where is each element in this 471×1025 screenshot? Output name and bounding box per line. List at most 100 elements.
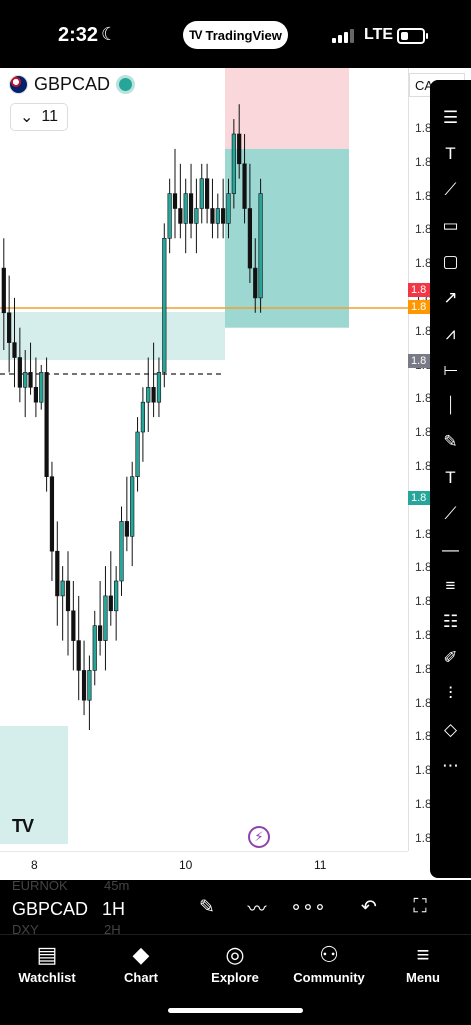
candle-body [146, 386, 151, 403]
flag-icon [9, 75, 28, 94]
candle-body [76, 640, 81, 671]
candle-body [221, 208, 226, 224]
candle-body [92, 625, 97, 671]
candle-body [162, 238, 167, 373]
tab-watchlist[interactable]: ▤ Watchlist [0, 940, 94, 985]
signal-icon [332, 29, 354, 43]
tab-community[interactable]: ⚇ Community [282, 940, 376, 985]
callout-icon[interactable]: ▭ [430, 210, 471, 242]
chevron-down-icon: ⌄ [19, 109, 34, 126]
candle-body [81, 670, 87, 701]
ghost-interval: 45m [104, 878, 130, 893]
candle-body [237, 133, 242, 165]
horizontal-lines-icon[interactable]: ☰ [430, 102, 471, 134]
candle-body [114, 580, 119, 612]
indicators-icon[interactable]: 〰 [242, 894, 272, 920]
candle-body [194, 208, 199, 224]
home-indicator [168, 1008, 303, 1013]
path-icon[interactable]: ⟋ [430, 174, 471, 206]
candle-body [71, 610, 76, 641]
demand-zone[interactable] [0, 726, 68, 844]
candle-body [28, 372, 33, 388]
candle-body [140, 401, 146, 433]
candle-body [183, 193, 188, 224]
candle-body [98, 625, 103, 641]
time-tick: 11 [314, 858, 327, 872]
drawing-toolbar: ☰ T ⟋ ▭ ▢ ↗ ⩘ ⟝ ⏐ ✎ T ⟋ — ≡ ☷ ✐ ⫶ ◇ ⋯ [430, 80, 471, 878]
candle-body [17, 357, 22, 388]
tab-menu[interactable]: ≡ Menu [376, 940, 470, 985]
tab-label: Community [293, 970, 365, 985]
battery-icon [397, 28, 428, 44]
polyline-icon[interactable]: ⩘ [430, 318, 471, 350]
tab-explore[interactable]: ◎ Explore [188, 940, 282, 985]
price-chart[interactable] [0, 68, 471, 880]
tab-chart[interactable]: ◆ Chart [94, 940, 188, 985]
brush-icon[interactable]: ✎ [430, 426, 471, 458]
fib-icon[interactable]: ☷ [430, 606, 471, 638]
watchlist-icon: ▤ [36, 942, 58, 967]
more-dots-icon[interactable]: ∘∘∘ [290, 894, 326, 920]
tab-label: Watchlist [18, 970, 76, 985]
candle-body [65, 580, 71, 612]
interval-button[interactable]: 1H [102, 899, 125, 920]
price-scale-divider [408, 68, 409, 851]
supply-zone[interactable] [0, 312, 225, 360]
time-tick: 10 [179, 858, 193, 872]
candle-body [253, 267, 258, 299]
vertical-line-icon[interactable]: ⏐ [430, 390, 471, 422]
rectangle-icon[interactable]: ▢ [430, 246, 471, 278]
candle-body [172, 193, 178, 209]
candle-body [247, 208, 253, 269]
horizontal-line-icon[interactable]: — [430, 534, 471, 566]
candle-body [124, 521, 129, 537]
more-icon[interactable]: ⋯ [430, 750, 471, 782]
collapse-indicators-button[interactable]: ⌄ 11 [10, 103, 68, 131]
candle-body [49, 476, 55, 552]
symbol-header[interactable]: GBPCAD [9, 74, 136, 95]
candle-body [226, 193, 231, 224]
candle-body [7, 312, 12, 343]
candle-body [135, 431, 140, 478]
tab-label: Menu [406, 970, 440, 985]
network-label: LTE [364, 26, 394, 43]
lightning-icon[interactable]: ⚡ [248, 826, 270, 848]
candle-body [103, 595, 108, 641]
candle-body [151, 386, 156, 403]
horizontal-ray-icon[interactable]: ⟝ [430, 354, 471, 386]
arrow-icon[interactable]: ↗ [430, 282, 471, 314]
trend-line-icon[interactable]: ⟋ [430, 498, 471, 530]
candle-body [39, 372, 44, 403]
undo-icon[interactable]: ↶ [354, 894, 384, 920]
time-tick: 8 [31, 858, 38, 872]
tab-label: Chart [124, 970, 158, 985]
symbol-name[interactable]: GBPCAD [34, 74, 110, 95]
candle-body [231, 133, 236, 194]
position-stop-zone[interactable] [225, 68, 349, 149]
candle-body [33, 386, 38, 403]
pen-icon[interactable]: ✎ [192, 894, 222, 920]
time-axis[interactable] [0, 851, 408, 881]
bars-pattern-icon[interactable]: ⫶ [430, 678, 471, 710]
fullscreen-icon[interactable]: ⛶ [405, 894, 435, 920]
candle-body [156, 372, 162, 403]
parallel-channel-icon[interactable]: ≡ [430, 570, 471, 602]
candle-body [12, 342, 17, 358]
clock: 2:32 [58, 24, 99, 46]
text-anchor-icon[interactable]: T [430, 138, 471, 170]
candle-body [188, 193, 194, 224]
candle-body [87, 670, 92, 701]
candle-body [23, 372, 28, 388]
candle-body [60, 580, 65, 597]
candle-body [258, 193, 263, 299]
app-pill[interactable]: TV TradingView [183, 21, 288, 49]
compass-icon: ◎ [225, 942, 245, 967]
price-badge: 1.8 [408, 354, 432, 368]
candle-body [210, 208, 215, 224]
curve-icon[interactable]: ◇ [430, 714, 471, 746]
chart-pane[interactable] [0, 68, 471, 880]
candle-body [1, 267, 6, 314]
highlighter-icon[interactable]: ✐ [430, 642, 471, 674]
symbol-search-button[interactable]: GBPCAD [12, 899, 88, 920]
text-icon[interactable]: T [430, 462, 471, 494]
